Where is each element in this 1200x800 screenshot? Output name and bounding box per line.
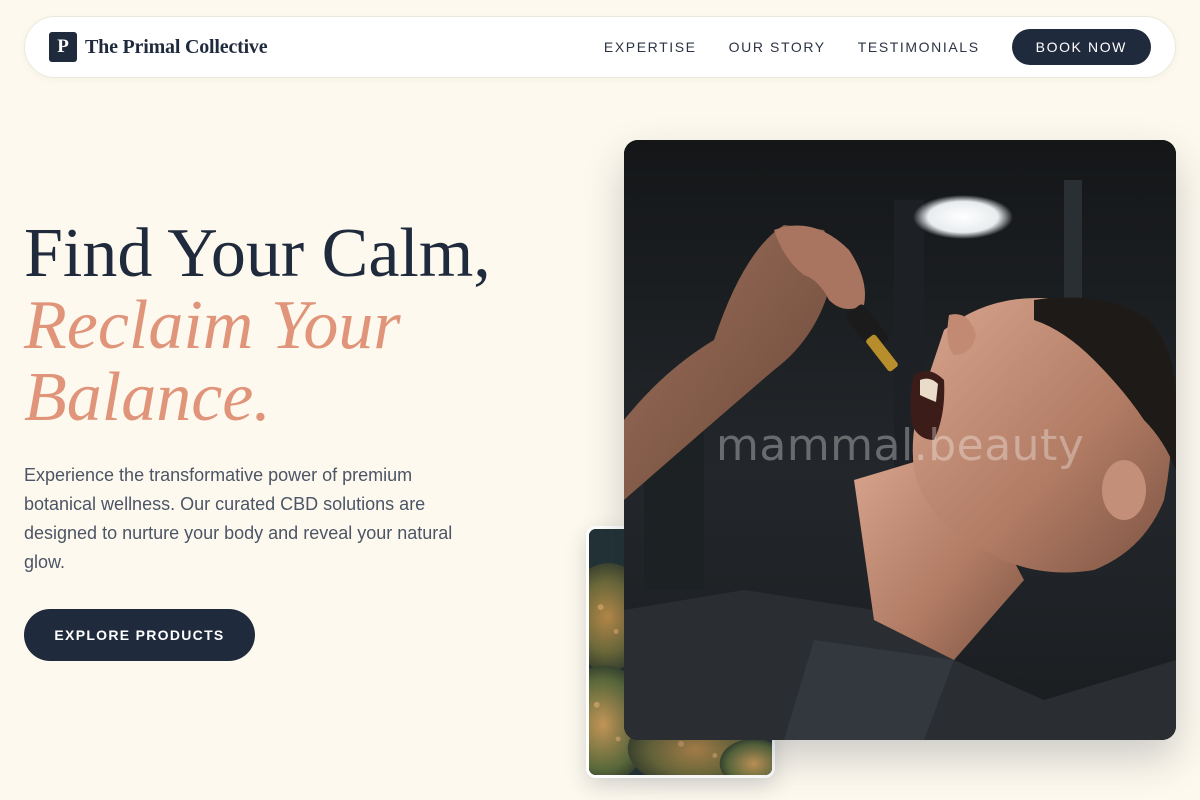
nav-link-expertise[interactable]: EXPERTISE: [604, 39, 697, 55]
hero-title-line-1: Find Your Calm,: [24, 215, 491, 292]
explore-products-button[interactable]: EXPLORE PRODUCTS: [24, 609, 255, 661]
brand-name: The Primal Collective: [85, 35, 268, 58]
brand-mark-icon: P: [49, 32, 77, 62]
brand-logo[interactable]: P The Primal Collective: [49, 32, 268, 62]
nav-links: EXPERTISE OUR STORY TESTIMONIALS BOOK NO…: [604, 29, 1151, 65]
top-navigation: P The Primal Collective EXPERTISE OUR ST…: [24, 16, 1176, 78]
hero-title: Find Your Calm, Reclaim Your Balance.: [24, 218, 491, 434]
hero-title-line-3: Balance.: [24, 359, 271, 436]
man-taking-cbd-drops-illustration: [624, 140, 1176, 740]
hero-photo: mammal.beauty: [624, 140, 1176, 740]
nav-link-our-story[interactable]: OUR STORY: [729, 39, 826, 55]
hero-title-line-2: Reclaim Your: [24, 287, 401, 364]
book-now-button[interactable]: BOOK NOW: [1011, 29, 1151, 65]
hero-description: Experience the transformative power of p…: [24, 465, 453, 572]
nav-link-testimonials[interactable]: TESTIMONIALS: [858, 39, 980, 55]
